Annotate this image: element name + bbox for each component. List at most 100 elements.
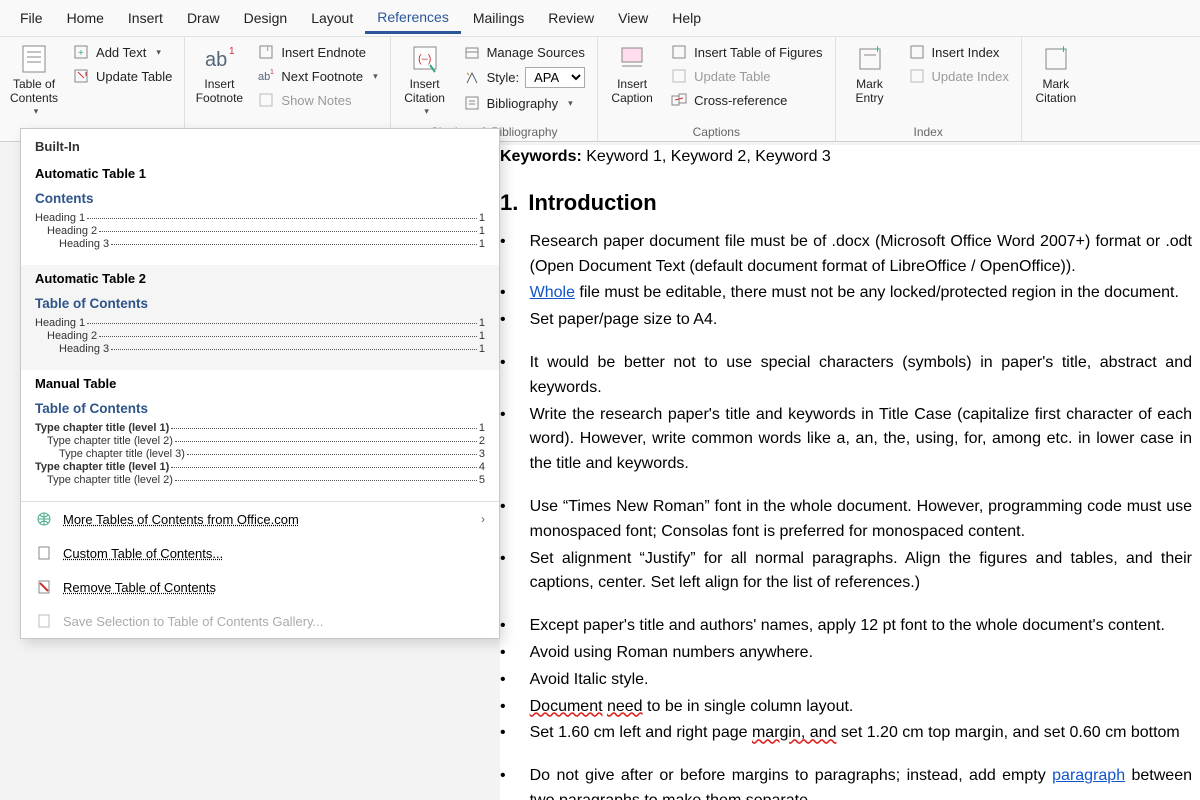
group-label (1026, 123, 1086, 141)
document-icon (35, 544, 53, 562)
bibliography-icon (463, 94, 481, 112)
group-label: Captions (602, 123, 830, 141)
manage-sources-button[interactable]: Manage Sources (459, 41, 590, 63)
toc-preview-row: Heading 21 (35, 225, 485, 237)
chevron-down-icon: ▾ (34, 106, 39, 117)
svg-text:+: + (874, 45, 881, 56)
chevron-down-icon: ▾ (568, 98, 573, 109)
more-toc-office-button[interactable]: More Tables of Contents from Office.com … (21, 502, 499, 536)
style-icon (463, 69, 481, 87)
svg-text:(–): (–) (418, 53, 431, 65)
list-item: Use “Times New Roman” font in the whole … (500, 495, 1192, 545)
ribbon: Table of Contents ▾ + Add Text▾ Update T… (0, 36, 1200, 142)
chevron-down-icon: ▾ (373, 71, 378, 82)
mark-entry-icon: + (854, 43, 886, 75)
menu-bar: File Home Insert Draw Design Layout Refe… (0, 0, 1200, 36)
menu-design[interactable]: Design (232, 4, 300, 32)
menu-insert[interactable]: Insert (116, 4, 175, 32)
manage-sources-icon (463, 43, 481, 61)
keywords-line: Keywords: Keyword 1, Keyword 2, Keyword … (500, 145, 1192, 170)
custom-toc-button[interactable]: Custom Table of Contents... (21, 536, 499, 570)
toc-preview-row: Type chapter title (level 1)4 (35, 461, 485, 473)
menu-draw[interactable]: Draw (175, 4, 232, 32)
group-authorities: + Mark Citation (1022, 37, 1090, 141)
toc-preview-row: Heading 31 (35, 238, 485, 250)
list-item: Set 1.60 cm left and right page margin, … (500, 721, 1192, 746)
show-notes-button[interactable]: Show Notes (253, 89, 381, 111)
update-table-button[interactable]: Update Table (68, 65, 176, 87)
group-index: + Mark Entry Insert Index Update Index I… (836, 37, 1022, 141)
menu-references[interactable]: References (365, 3, 461, 34)
update-index-button[interactable]: Update Index (904, 65, 1013, 87)
document-canvas[interactable]: Keywords: Keyword 1, Keyword 2, Keyword … (500, 145, 1200, 800)
save-icon (35, 612, 53, 630)
citation-style-select[interactable]: APA (525, 67, 585, 88)
menu-help[interactable]: Help (660, 4, 713, 32)
table-figures-icon (670, 43, 688, 61)
group-citations: (–) Insert Citation ▾ Manage Sources Sty… (391, 37, 599, 141)
endnote-icon: i (257, 43, 275, 61)
next-footnote-button[interactable]: ab1 Next Footnote▾ (253, 65, 381, 87)
list-item: Set alignment “Justify” for all normal p… (500, 547, 1192, 597)
insert-footnote-button[interactable]: ab1 Insert Footnote (189, 39, 249, 110)
citation-style-row: Style: APA (459, 65, 590, 90)
footnote-icon: ab1 (203, 43, 235, 75)
mark-citation-icon: + (1040, 43, 1072, 75)
insert-citation-button[interactable]: (–) Insert Citation ▾ (395, 39, 455, 121)
insert-caption-button[interactable]: Insert Caption (602, 39, 662, 110)
toc-heading: Table of Contents (35, 296, 485, 311)
update-table-captions-button[interactable]: Update Table (666, 65, 826, 87)
next-footnote-icon: ab1 (257, 67, 275, 85)
chevron-right-icon: › (481, 512, 485, 526)
bibliography-button[interactable]: Bibliography▾ (459, 92, 590, 114)
cross-reference-button[interactable]: Cross-reference (666, 89, 826, 111)
update-index-icon (908, 67, 926, 85)
list-item: Set paper/page size to A4. (500, 308, 1192, 333)
mark-citation-button[interactable]: + Mark Citation (1026, 39, 1086, 110)
menu-mailings[interactable]: Mailings (461, 4, 536, 32)
menu-home[interactable]: Home (55, 4, 116, 32)
toc-option-auto1[interactable]: Automatic Table 1 Contents Heading 11Hea… (21, 160, 499, 265)
toc-preview-row: Type chapter title (level 3)3 (35, 448, 485, 460)
toc-heading: Table of Contents (35, 401, 485, 416)
menu-layout[interactable]: Layout (299, 4, 365, 32)
insert-index-button[interactable]: Insert Index (904, 41, 1013, 63)
remove-toc-button[interactable]: Remove Table of Contents (21, 570, 499, 604)
svg-text:ab: ab (258, 71, 270, 83)
caption-icon (616, 43, 648, 75)
list-item: Avoid using Roman numbers anywhere. (500, 641, 1192, 666)
toc-label: Table of Contents (10, 77, 58, 106)
list-item: It would be better not to use special ch… (500, 351, 1192, 401)
show-notes-icon (257, 91, 275, 109)
list-item: Document need to be in single column lay… (500, 695, 1192, 720)
svg-text:ab: ab (205, 49, 227, 71)
list-item: Research paper document file must be of … (500, 230, 1192, 280)
toc-preview-row: Heading 31 (35, 343, 485, 355)
toc-heading: Contents (35, 191, 485, 206)
menu-view[interactable]: View (606, 4, 660, 32)
toc-option-manual[interactable]: Manual Table Table of Contents Type chap… (21, 370, 499, 501)
list-item: Except paper's title and authors' names,… (500, 614, 1192, 639)
insert-index-icon (908, 43, 926, 61)
heading-introduction: 1.Introduction (500, 186, 1192, 220)
table-of-contents-button[interactable]: Table of Contents ▾ (4, 39, 64, 121)
toc-preview-row: Heading 11 (35, 212, 485, 224)
cross-reference-icon (670, 91, 688, 109)
insert-table-figures-button[interactable]: Insert Table of Figures (666, 41, 826, 63)
menu-file[interactable]: File (8, 4, 55, 32)
toc-option-auto2[interactable]: Automatic Table 2 Table of Contents Head… (21, 265, 499, 370)
toc-icon (18, 43, 50, 75)
chevron-down-icon: ▾ (424, 106, 429, 117)
toc-preview-row: Heading 21 (35, 330, 485, 342)
save-toc-gallery-button: Save Selection to Table of Contents Gall… (21, 604, 499, 638)
menu-review[interactable]: Review (536, 4, 606, 32)
preview-title: Automatic Table 1 (35, 166, 485, 181)
group-captions: Insert Caption Insert Table of Figures U… (598, 37, 835, 141)
dropdown-footer-menu: More Tables of Contents from Office.com … (21, 501, 499, 638)
add-text-button[interactable]: + Add Text▾ (68, 41, 176, 63)
remove-icon (35, 578, 53, 596)
svg-text:i: i (267, 46, 269, 53)
insert-endnote-button[interactable]: i Insert Endnote (253, 41, 381, 63)
list-item: Whole file must be editable, there must … (500, 281, 1192, 306)
mark-entry-button[interactable]: + Mark Entry (840, 39, 900, 110)
